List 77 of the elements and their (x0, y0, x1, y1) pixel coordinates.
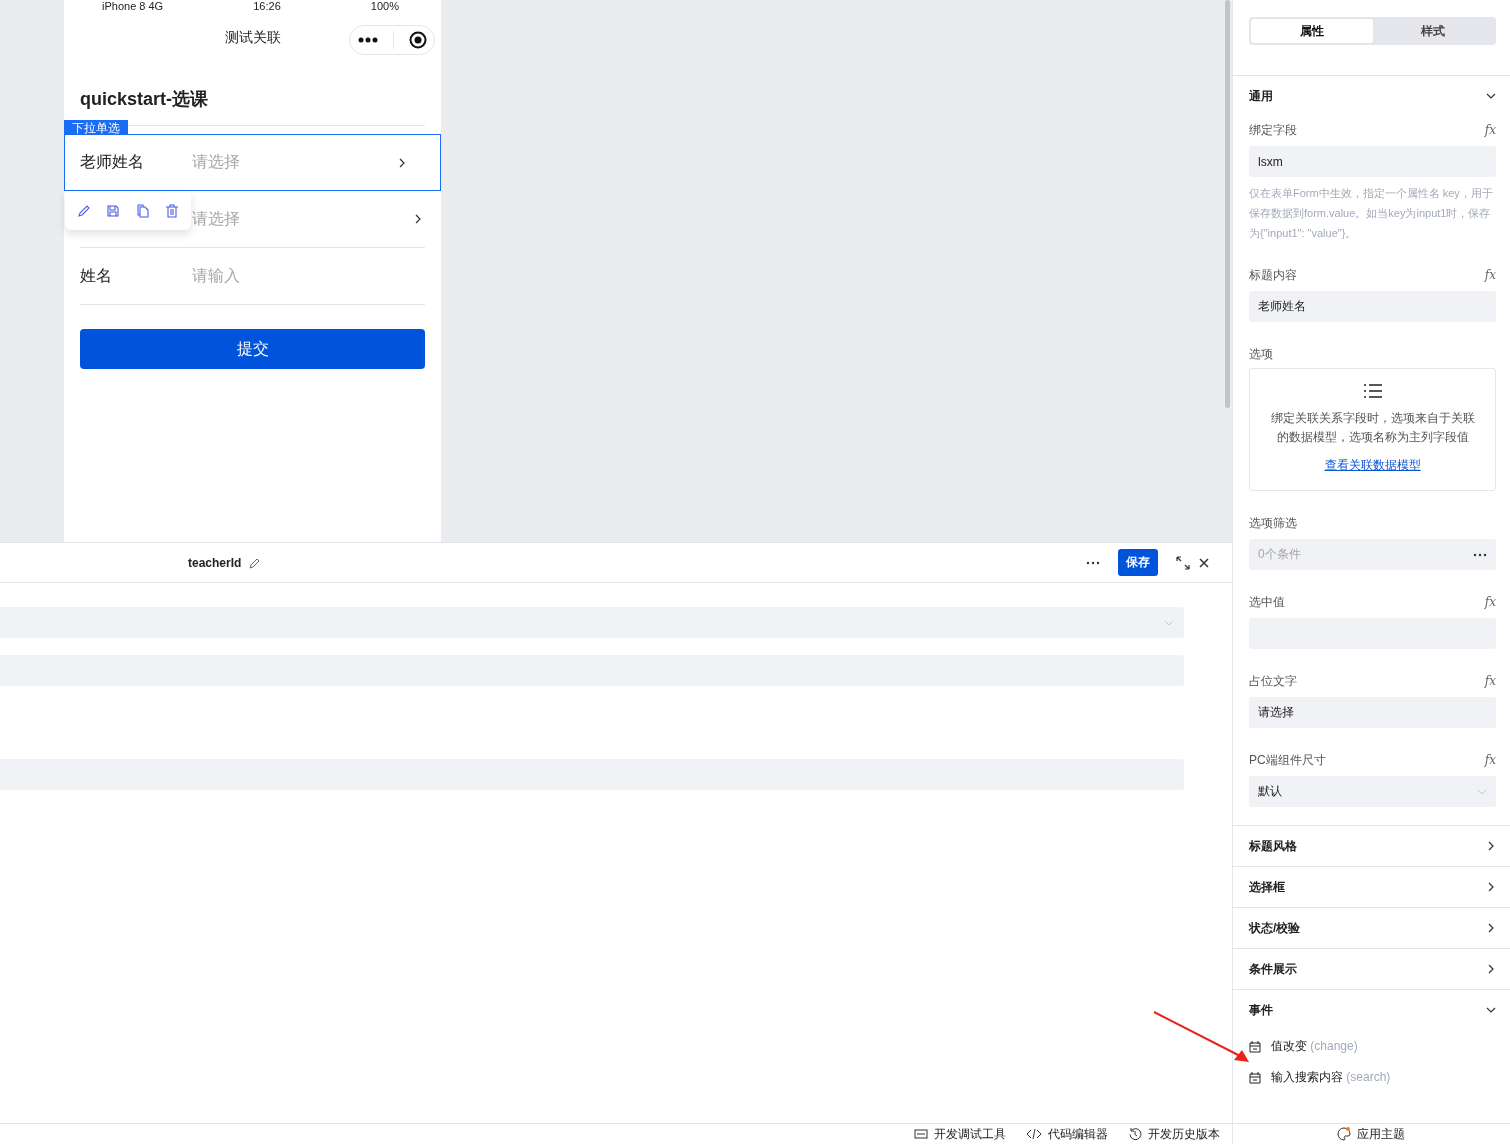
calendar-icon (1249, 1040, 1261, 1053)
property-label: 绑定字段 (1249, 121, 1297, 139)
event-item[interactable]: 输入搜索内容 (search) (1271, 1069, 1391, 1086)
submit-button[interactable]: 提交 (80, 329, 425, 369)
footer-tool[interactable]: 开发调试工具 (914, 1125, 1006, 1143)
section-header[interactable]: 条件展示 (1249, 949, 1496, 989)
input-field[interactable]: 老师姓名 (1249, 291, 1496, 322)
chevron-icon (1486, 91, 1496, 101)
select-field[interactable]: 默认 (1249, 776, 1496, 807)
property-label: 占位文字 (1249, 672, 1297, 690)
select-field[interactable] (0, 607, 1184, 638)
chevron-right-icon (415, 214, 421, 224)
property-label: 标题内容 (1249, 266, 1297, 284)
options-hint: 绑定关联关系字段时，选项来自于关联的数据模型，选项名称为主列字段值 (1269, 410, 1476, 446)
section-header[interactable]: 选择框 (1249, 867, 1496, 907)
formula-icon[interactable]: fx (1484, 753, 1496, 767)
chevron-icon (1486, 841, 1496, 851)
save-button[interactable]: 保存 (1118, 549, 1158, 576)
calendar-icon (1249, 1071, 1261, 1084)
tab[interactable]: 样式 (1372, 19, 1494, 43)
theme-button[interactable]: 应用主题 (1337, 1125, 1405, 1143)
expand-icon[interactable] (1176, 555, 1190, 570)
edit-icon[interactable] (76, 204, 91, 218)
property-label: 选项筛选 (1249, 514, 1297, 532)
target-icon[interactable] (408, 31, 427, 49)
close-icon[interactable] (1198, 556, 1210, 569)
save-icon[interactable] (106, 204, 121, 218)
copy-icon[interactable] (135, 204, 150, 218)
chevron-down-icon (1477, 788, 1487, 795)
field-label: 姓名 (80, 266, 112, 284)
chevron-icon (1486, 882, 1496, 892)
tab[interactable]: 属性 (1251, 19, 1373, 43)
section-header[interactable]: 标题风格 (1249, 826, 1496, 866)
formula-icon[interactable]: fx (1484, 123, 1496, 137)
form-row[interactable]: 姓名 请输入 (80, 248, 425, 305)
section-header[interactable]: 通用 (1249, 76, 1496, 116)
property-label: 选中值 (1249, 593, 1285, 611)
formula-icon[interactable]: fx (1484, 268, 1496, 282)
help-text: 仅在表单Form中生效，指定一个属性名 key，用于保存数据到form.value。如当key为input1时，保存为{"input1": "value"}。 (1249, 186, 1494, 241)
field-label: 老师姓名 (80, 153, 144, 170)
editor-title: teacherId (188, 555, 242, 570)
component-tag: 下拉单选 (64, 120, 128, 134)
chevron-icon (1486, 964, 1496, 974)
chevron-icon (1486, 923, 1496, 933)
battery-text: 100% (370, 0, 399, 13)
chevron-icon (1486, 1005, 1496, 1015)
formula-icon[interactable]: fx (1484, 595, 1496, 609)
list-icon (1362, 383, 1383, 399)
more-icon[interactable] (1086, 560, 1100, 565)
property-label: 选项 (1249, 345, 1273, 363)
footer-tool[interactable]: 开发历史版本 (1128, 1125, 1220, 1143)
input-field[interactable]: 请选择 (1249, 697, 1496, 728)
code-icon (1026, 1128, 1042, 1140)
input-field[interactable]: lsxm (1249, 146, 1496, 177)
history-icon (1128, 1127, 1142, 1141)
formula-icon[interactable]: fx (1484, 674, 1496, 688)
palette-icon (1337, 1127, 1351, 1141)
section-header[interactable]: 状态/校验 (1249, 908, 1496, 948)
carrier-text: iPhone 8 4G (102, 0, 164, 13)
page-title: 测试关联 (224, 29, 281, 47)
field-placeholder: 请选择 (192, 152, 241, 172)
event-item[interactable]: 值改变 (change) (1271, 1038, 1358, 1055)
field-placeholder: 请选择 (192, 208, 241, 229)
scrollbar[interactable] (1225, 0, 1230, 408)
property-label: PC端组件尺寸 (1249, 751, 1326, 769)
more-icon[interactable] (357, 37, 378, 43)
window-icon (914, 1128, 928, 1140)
chevron-right-icon (399, 157, 405, 168)
data-model-link[interactable]: 查看关联数据模型 (1324, 457, 1421, 474)
field-placeholder: 请输入 (192, 265, 241, 286)
footer-tool[interactable]: 代码编辑器 (1026, 1125, 1108, 1143)
edit-icon[interactable] (249, 556, 262, 569)
section-header[interactable]: 事件 (1249, 990, 1496, 1030)
more-icon[interactable] (1473, 552, 1487, 557)
delete-icon[interactable] (165, 204, 180, 218)
chevron-down-icon (1164, 619, 1174, 626)
time-text: 16:26 (253, 0, 281, 13)
